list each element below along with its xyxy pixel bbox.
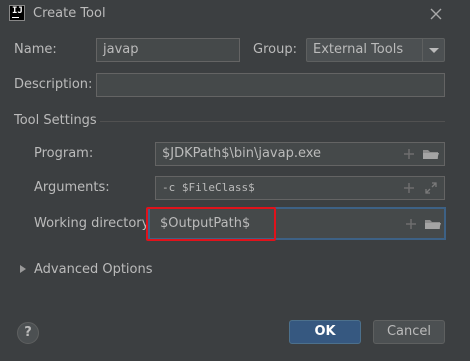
browse-folder-icon[interactable]: [424, 217, 442, 231]
group-dropdown[interactable]: External Tools: [306, 38, 445, 62]
expand-arrow-icon[interactable]: [18, 263, 28, 279]
insert-macro-plus-icon[interactable]: [402, 181, 416, 195]
group-selected-value: External Tools: [313, 42, 404, 57]
description-label: Description:: [14, 77, 93, 92]
help-button[interactable]: ?: [17, 322, 39, 344]
section-divider: [100, 121, 445, 122]
arguments-label: Arguments:: [34, 180, 110, 195]
working-directory-label: Working directory:: [34, 216, 153, 231]
ok-button[interactable]: OK: [289, 320, 361, 344]
browse-folder-icon[interactable]: [422, 147, 440, 161]
arguments-value: -c $FileClass$: [162, 181, 255, 194]
tool-settings-title: Tool Settings: [14, 113, 97, 128]
chevron-down-icon[interactable]: [422, 39, 444, 61]
name-input[interactable]: javap: [96, 38, 240, 62]
program-value: $JDKPath$\bin\javap.exe: [162, 146, 322, 161]
red-highlight-box: [146, 207, 276, 241]
group-label: Group:: [253, 42, 297, 57]
program-input[interactable]: $JDKPath$\bin\javap.exe: [155, 142, 445, 166]
description-input[interactable]: [96, 73, 445, 97]
insert-macro-plus-icon[interactable]: [402, 147, 416, 161]
expand-icon[interactable]: [424, 181, 438, 195]
advanced-options-label[interactable]: Advanced Options: [34, 262, 153, 277]
insert-macro-plus-icon[interactable]: [404, 217, 418, 231]
dialog-title: Create Tool: [33, 6, 106, 21]
program-label: Program:: [34, 146, 94, 161]
name-label: Name:: [14, 42, 57, 57]
app-icon-text: IJ: [12, 6, 23, 16]
close-icon[interactable]: [426, 4, 446, 24]
intellij-app-icon: IJ: [9, 5, 25, 21]
cancel-button[interactable]: Cancel: [373, 320, 445, 344]
arguments-input[interactable]: -c $FileClass$: [155, 176, 445, 200]
